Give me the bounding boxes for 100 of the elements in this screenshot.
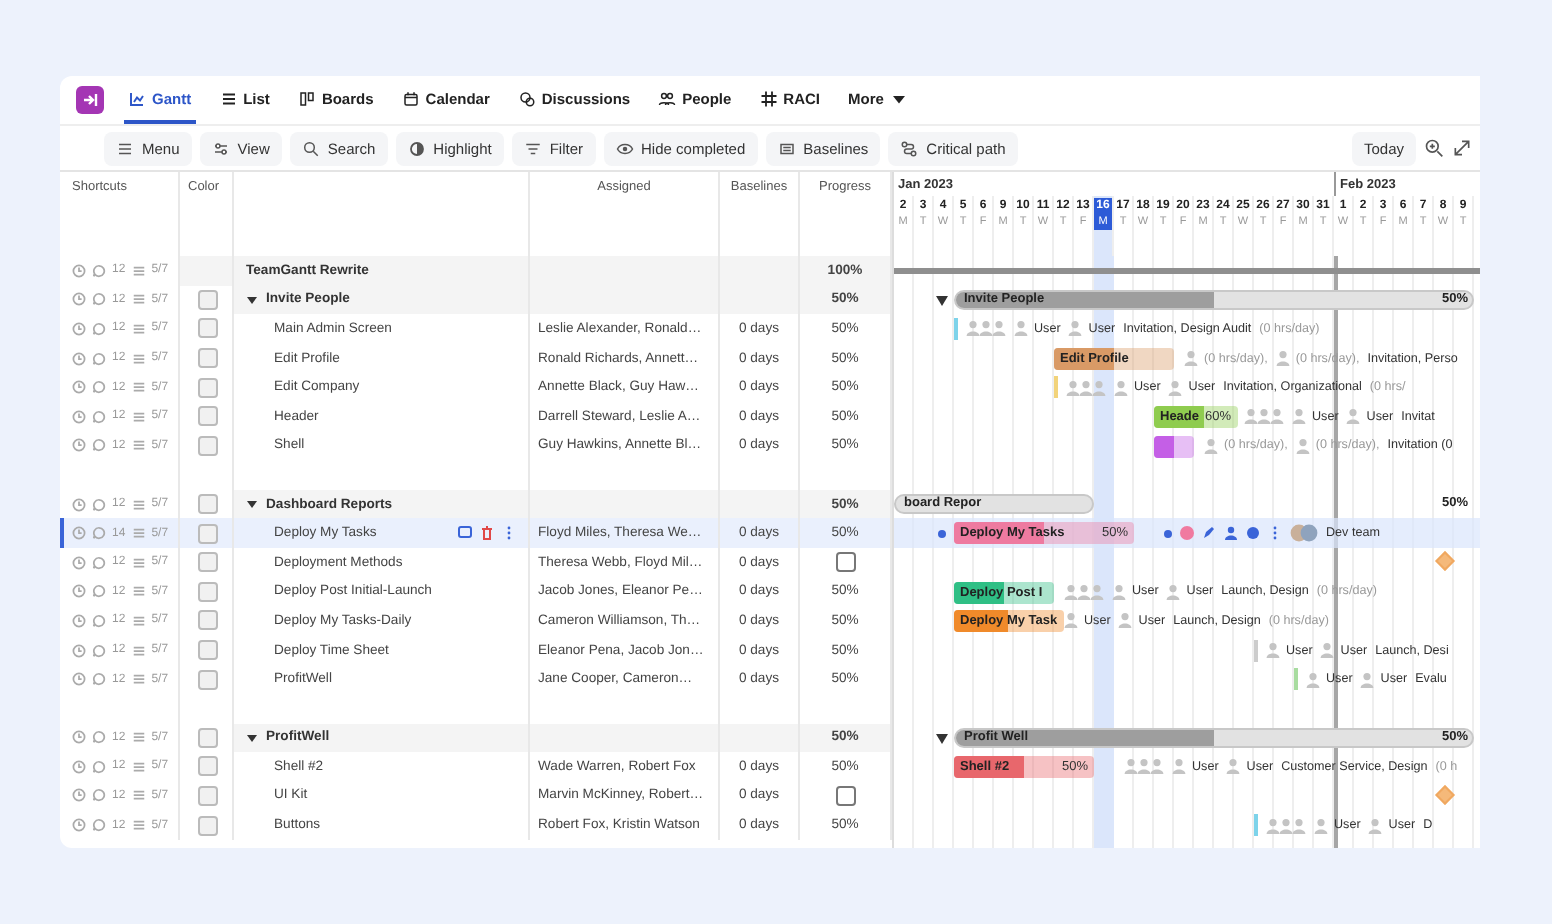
color-swatch[interactable] bbox=[198, 318, 218, 339]
trash-icon[interactable] bbox=[480, 526, 494, 541]
checklist-icon[interactable] bbox=[131, 438, 146, 453]
clock-icon[interactable] bbox=[72, 409, 86, 424]
dot-icon[interactable] bbox=[1164, 529, 1172, 538]
clock-icon[interactable] bbox=[72, 643, 86, 658]
checklist-icon[interactable] bbox=[131, 526, 146, 541]
clock-icon[interactable] bbox=[72, 351, 86, 366]
checklist-icon[interactable] bbox=[131, 730, 146, 745]
kebab-icon[interactable] bbox=[502, 526, 516, 541]
color-swatch[interactable] bbox=[198, 377, 218, 398]
clock-icon[interactable] bbox=[72, 380, 86, 395]
person-icon[interactable] bbox=[1224, 526, 1238, 541]
clock-icon[interactable] bbox=[72, 292, 86, 307]
color-swatch[interactable] bbox=[198, 815, 218, 836]
pencil-icon[interactable] bbox=[1202, 526, 1216, 541]
caret-icon[interactable] bbox=[936, 733, 948, 743]
checklist-icon[interactable] bbox=[131, 584, 146, 599]
board-icon bbox=[297, 89, 316, 107]
color-swatch[interactable] bbox=[198, 435, 218, 456]
person-icon bbox=[1184, 350, 1198, 367]
task-marker[interactable] bbox=[1254, 814, 1257, 837]
clock-icon[interactable] bbox=[72, 321, 86, 336]
color-swatch[interactable] bbox=[198, 669, 218, 690]
color-swatch[interactable] bbox=[198, 756, 218, 777]
checklist-icon[interactable] bbox=[131, 643, 146, 658]
kebab-icon[interactable] bbox=[1268, 526, 1282, 541]
eye-icon bbox=[615, 139, 634, 157]
clock-icon[interactable] bbox=[72, 613, 86, 628]
checklist-icon[interactable] bbox=[131, 321, 146, 336]
checklist-icon[interactable] bbox=[131, 759, 146, 774]
clock-icon[interactable] bbox=[72, 788, 86, 803]
person-icon bbox=[1114, 379, 1128, 396]
checklist-icon[interactable] bbox=[131, 818, 146, 833]
clock-icon[interactable] bbox=[72, 730, 86, 745]
complete-checkbox[interactable] bbox=[835, 785, 855, 806]
color-swatch[interactable] bbox=[198, 785, 218, 806]
person-icon bbox=[1292, 408, 1306, 425]
path-icon bbox=[900, 139, 919, 157]
person-icon bbox=[1204, 437, 1218, 454]
clock-icon[interactable] bbox=[72, 818, 86, 833]
checklist-icon[interactable] bbox=[131, 672, 146, 687]
clock-icon[interactable] bbox=[72, 263, 86, 278]
person-icon bbox=[1360, 671, 1375, 688]
clock-icon[interactable] bbox=[72, 584, 86, 599]
clock-icon[interactable] bbox=[72, 555, 86, 570]
app-logo-icon[interactable] bbox=[76, 86, 104, 114]
person-icon bbox=[1368, 817, 1383, 834]
checklist-icon[interactable] bbox=[131, 788, 146, 803]
color-swatch[interactable] bbox=[198, 348, 218, 369]
checklist-icon[interactable] bbox=[131, 351, 146, 366]
people-icon bbox=[1244, 408, 1284, 425]
caret-icon[interactable] bbox=[936, 295, 948, 306]
task-marker[interactable] bbox=[1294, 668, 1297, 691]
grid-icon bbox=[759, 89, 778, 107]
caret-icon[interactable] bbox=[246, 731, 258, 744]
color-swatch[interactable] bbox=[198, 289, 218, 310]
comment-icon[interactable] bbox=[458, 526, 472, 541]
person-icon bbox=[1226, 758, 1241, 775]
clock-icon[interactable] bbox=[72, 438, 86, 453]
checklist-icon[interactable] bbox=[131, 409, 146, 424]
caret-icon[interactable] bbox=[246, 293, 258, 306]
checklist-icon[interactable] bbox=[131, 555, 146, 570]
team-avatars-icon bbox=[1290, 524, 1318, 543]
person-icon bbox=[1068, 320, 1083, 337]
person-icon bbox=[1064, 612, 1078, 629]
clock-icon[interactable] bbox=[72, 526, 86, 541]
task-marker[interactable] bbox=[1054, 376, 1057, 399]
expand-icon[interactable] bbox=[1452, 138, 1472, 158]
clock-icon[interactable] bbox=[72, 497, 86, 512]
person-icon bbox=[1112, 583, 1126, 600]
color-swatch[interactable] bbox=[198, 640, 218, 661]
circle-icon[interactable] bbox=[1246, 526, 1260, 541]
color-swatch[interactable] bbox=[198, 494, 218, 515]
checklist-icon[interactable] bbox=[131, 613, 146, 628]
person-icon bbox=[1275, 350, 1290, 367]
color-dot-icon[interactable] bbox=[1180, 526, 1194, 541]
task-marker[interactable] bbox=[954, 318, 957, 341]
complete-checkbox[interactable] bbox=[835, 552, 855, 573]
task-bar[interactable] bbox=[1154, 435, 1194, 458]
search-icon bbox=[301, 139, 320, 157]
checklist-icon[interactable] bbox=[131, 263, 146, 278]
dot-icon[interactable] bbox=[938, 529, 946, 538]
color-swatch[interactable] bbox=[198, 552, 218, 573]
person-icon bbox=[1168, 379, 1183, 396]
chart-icon bbox=[128, 89, 146, 107]
checklist-icon[interactable] bbox=[131, 497, 146, 512]
checklist-icon[interactable] bbox=[131, 380, 146, 395]
clock-icon[interactable] bbox=[72, 759, 86, 774]
color-swatch[interactable] bbox=[198, 523, 218, 544]
color-swatch[interactable] bbox=[198, 610, 218, 631]
color-swatch[interactable] bbox=[198, 581, 218, 602]
color-swatch[interactable] bbox=[198, 406, 218, 427]
color-swatch[interactable] bbox=[198, 727, 218, 748]
task-marker[interactable] bbox=[1254, 639, 1257, 662]
zoom-in-icon[interactable] bbox=[1424, 138, 1444, 158]
caret-icon[interactable] bbox=[246, 498, 258, 511]
person-icon bbox=[1314, 817, 1328, 834]
clock-icon[interactable] bbox=[72, 672, 86, 687]
checklist-icon[interactable] bbox=[131, 292, 146, 307]
